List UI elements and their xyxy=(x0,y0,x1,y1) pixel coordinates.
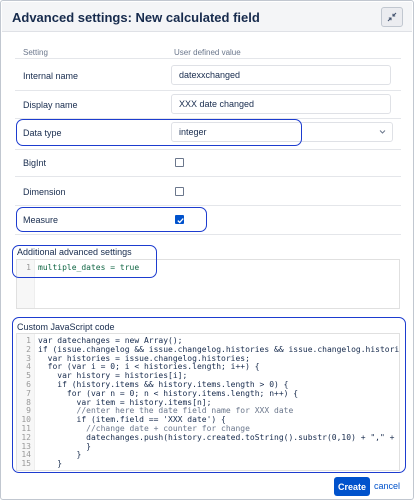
collapse-arrows-icon xyxy=(387,12,397,22)
bigint-label: BigInt xyxy=(23,158,47,168)
row-divider xyxy=(15,234,401,235)
code-line: multiple_dates = true xyxy=(38,263,140,272)
data-type-label: Data type xyxy=(23,128,62,138)
code-line: datechanges.push(history.created.toStrin… xyxy=(38,432,400,442)
data-type-value: integer xyxy=(179,127,207,137)
display-name-label: Display name xyxy=(23,100,78,110)
row-divider xyxy=(15,58,401,59)
collapse-button[interactable] xyxy=(381,7,403,27)
additional-settings-label: Additional advanced settings xyxy=(17,247,132,257)
row-divider xyxy=(15,118,401,119)
measure-label: Measure xyxy=(23,215,59,225)
dimension-label: Dimension xyxy=(23,187,66,197)
cancel-link[interactable]: cancel xyxy=(374,481,400,491)
row-divider xyxy=(15,149,401,150)
dimension-checkbox[interactable] xyxy=(175,187,184,196)
row-divider xyxy=(15,205,401,206)
dialog-title: Advanced settings: New calculated field xyxy=(12,10,260,25)
line-number-gutter: 1 xyxy=(17,260,35,308)
line-number: 1 xyxy=(26,263,31,272)
column-header-value: User defined value xyxy=(174,48,241,57)
measure-checkbox[interactable] xyxy=(175,215,184,224)
custom-js-editor[interactable]: 1 2 3 4 5 6 7 8 9 10 11 12 13 14 15 var datechanges = … xyxy=(16,333,400,471)
internal-name-label: Internal name xyxy=(23,71,79,81)
display-name-input[interactable]: XXX date changed xyxy=(171,94,391,114)
data-type-select[interactable]: integer xyxy=(171,122,393,142)
row-divider xyxy=(15,176,401,177)
calculated-field-dialog: Advanced settings: New calculated field … xyxy=(0,0,414,500)
custom-js-label: Custom JavaScript code xyxy=(17,322,115,332)
code-line: } xyxy=(38,459,63,469)
row-divider xyxy=(15,90,401,91)
line-number: 15 xyxy=(21,459,31,469)
dialog-header: Advanced settings: New calculated field xyxy=(2,2,412,32)
column-header-setting: Setting xyxy=(23,48,48,57)
chevron-down-icon xyxy=(379,130,386,134)
create-button[interactable]: Create xyxy=(334,477,370,496)
bigint-checkbox[interactable] xyxy=(175,158,184,167)
additional-settings-editor[interactable]: 1 multiple_dates = true xyxy=(16,259,400,309)
checkmark-icon xyxy=(177,218,184,224)
line-number-gutter: 1 2 3 4 5 6 7 8 9 10 11 12 13 14 15 xyxy=(17,334,35,470)
internal-name-input[interactable]: datexxchanged xyxy=(171,65,391,85)
